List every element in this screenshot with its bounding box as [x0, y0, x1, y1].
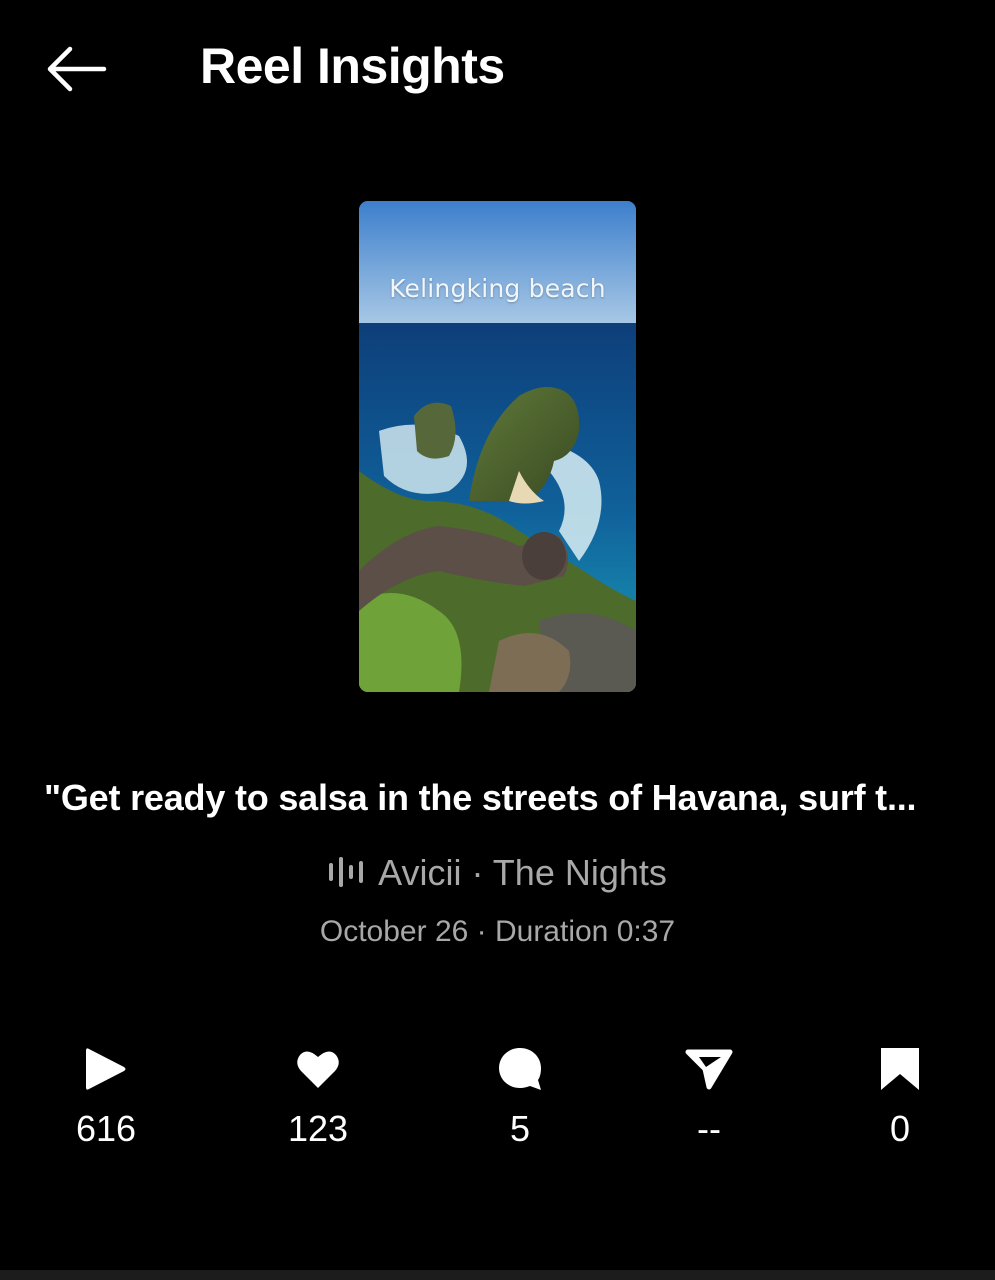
stat-likes-value: 123: [287, 1108, 349, 1149]
header: Reel Insights: [0, 0, 995, 135]
heart-icon: [297, 1051, 339, 1088]
stat-saves-value: 0: [889, 1108, 911, 1149]
audio-track[interactable]: Avicii · The Nights: [0, 850, 995, 896]
stat-plays-value: 616: [75, 1108, 137, 1149]
stat-comments-value: 5: [509, 1108, 531, 1149]
arrow-left-icon: [47, 46, 107, 92]
bookmark-icon: [881, 1048, 919, 1090]
stat-plays[interactable]: 616: [46, 1040, 166, 1160]
share-icon: [685, 1049, 733, 1090]
stat-shares-value: --: [697, 1108, 721, 1149]
stat-saves[interactable]: 0: [840, 1040, 960, 1160]
reel-caption: "Get ready to salsa in the streets of Ha…: [44, 777, 917, 818]
page-title: Reel Insights: [200, 38, 505, 94]
stat-likes[interactable]: 123: [258, 1040, 378, 1160]
stat-shares[interactable]: --: [649, 1040, 769, 1160]
back-button[interactable]: [38, 34, 114, 104]
comment-icon: [499, 1048, 541, 1090]
reel-thumbnail-image: [359, 201, 636, 692]
audio-label: Avicii · The Nights: [378, 852, 667, 893]
reel-meta: October 26 · Duration 0:37: [319, 915, 676, 948]
stat-comments[interactable]: 5: [460, 1040, 580, 1160]
bottom-edge: [0, 1270, 995, 1280]
reel-thumbnail[interactable]: [359, 201, 636, 692]
play-icon: [86, 1048, 126, 1090]
audio-wave-icon: [329, 857, 364, 887]
stats-row: 616 123 5 -- 0: [0, 1040, 995, 1160]
